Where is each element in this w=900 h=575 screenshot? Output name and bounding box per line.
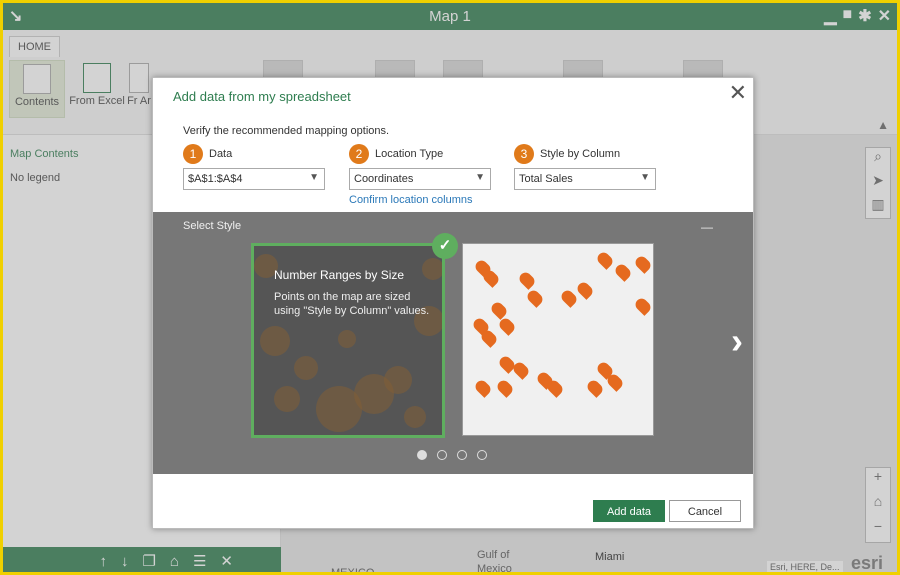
step-number: 1: [183, 144, 203, 164]
step-label: Location Type: [375, 148, 444, 160]
style-card-description: Points on the map are sized using "Style…: [274, 291, 430, 317]
confirm-location-link[interactable]: Confirm location columns: [349, 194, 473, 206]
chevron-down-icon: ▼: [640, 172, 650, 183]
add-data-button[interactable]: Add data: [593, 500, 665, 522]
select-style-label: Select Style: [183, 220, 242, 232]
close-icon[interactable]: ✕: [729, 80, 747, 106]
step-label: Data: [209, 148, 233, 160]
data-range-value: $A$1:$A$4: [188, 173, 243, 185]
pager-dot[interactable]: [437, 450, 447, 460]
chevron-right-icon[interactable]: ›: [731, 320, 743, 362]
pager-dot[interactable]: [457, 450, 467, 460]
pager-dots: [417, 450, 487, 460]
minimize-icon[interactable]: —: [701, 220, 713, 234]
dialog-title: Add data from my spreadsheet: [173, 89, 351, 104]
data-range-select[interactable]: $A$1:$A$4 ▼: [183, 168, 325, 190]
location-type-select[interactable]: Coordinates ▼: [349, 168, 491, 190]
step-number: 3: [514, 144, 534, 164]
cancel-button[interactable]: Cancel: [669, 500, 741, 522]
location-type-value: Coordinates: [354, 173, 414, 185]
pager-dot[interactable]: [417, 450, 427, 460]
selected-check-icon: ✓: [432, 233, 458, 259]
style-card-number-ranges[interactable]: Number Ranges by Size Points on the map …: [251, 243, 445, 438]
style-card-points[interactable]: [462, 243, 654, 436]
style-selector: Select Style — Number Ranges by Size Poi…: [153, 212, 753, 474]
chevron-down-icon: ▼: [475, 172, 485, 183]
chevron-down-icon: ▼: [309, 172, 319, 183]
step-label: Style by Column: [540, 148, 621, 160]
step-number: 2: [349, 144, 369, 164]
style-card-title: Number Ranges by Size: [274, 268, 405, 282]
pager-dot[interactable]: [477, 450, 487, 460]
verify-text: Verify the recommended mapping options.: [183, 125, 390, 137]
add-data-dialog: Add data from my spreadsheet ✕ Verify th…: [152, 77, 754, 529]
app-window: ↘ Map 1 ▁ ■ ✱ ✕ HOME Contents From Excel…: [0, 0, 900, 575]
step-style-by-column: 3 Style by Column: [514, 144, 620, 164]
style-column-select[interactable]: Total Sales ▼: [514, 168, 656, 190]
style-column-value: Total Sales: [519, 173, 573, 185]
step-location-type: 2 Location Type: [349, 144, 443, 164]
step-data: 1 Data: [183, 144, 232, 164]
